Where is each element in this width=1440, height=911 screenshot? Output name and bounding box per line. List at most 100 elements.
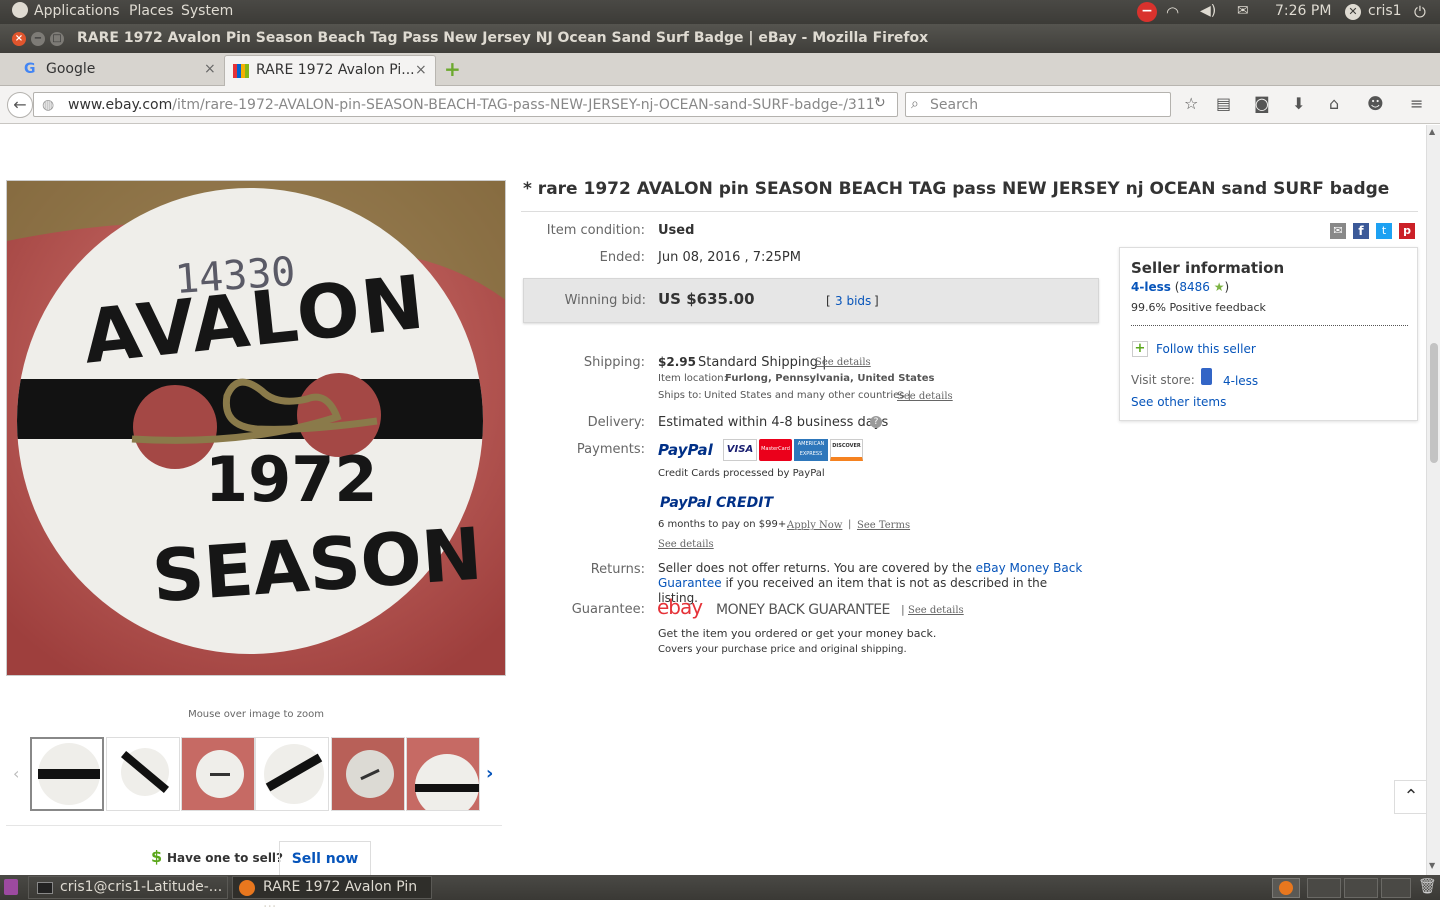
guarantee-see-details-link[interactable]: See details bbox=[908, 605, 964, 616]
listing-title: * rare 1972 AVALON pin SEASON BEACH TAG … bbox=[523, 179, 1390, 199]
ebay-logo: ebay bbox=[657, 595, 703, 619]
item-location-value: Furlong, Pennsylvania, United States bbox=[725, 373, 935, 384]
mail-icon[interactable]: ✉ bbox=[1237, 3, 1249, 19]
follow-seller-link[interactable]: Follow this seller bbox=[1156, 342, 1256, 356]
thumbnail-3[interactable] bbox=[181, 737, 255, 811]
guarantee-line1: Get the item you ordered or get your mon… bbox=[658, 627, 937, 640]
no-entry-icon[interactable]: − bbox=[1137, 2, 1157, 22]
power-icon[interactable]: ⏻ bbox=[1414, 3, 1426, 21]
scroll-down-icon[interactable]: ▼ bbox=[1429, 861, 1435, 870]
scroll-up-icon[interactable]: ▲ bbox=[1429, 127, 1435, 136]
sell-now-button[interactable]: Sell now bbox=[279, 841, 371, 875]
volume-icon[interactable]: ◀) bbox=[1200, 3, 1216, 19]
seller-heading: Seller information bbox=[1131, 259, 1285, 277]
seller-divider bbox=[1131, 325, 1408, 326]
thumbnail-1[interactable] bbox=[30, 737, 104, 811]
ubuntu-logo-icon[interactable] bbox=[12, 2, 28, 18]
tab-google[interactable]: G Google × bbox=[14, 55, 224, 86]
follow-plus-icon[interactable]: + bbox=[1132, 341, 1148, 357]
bids-bracket-close: ] bbox=[874, 294, 879, 308]
window-title-bar: × − □ RARE 1972 Avalon Pin Season Beach … bbox=[0, 24, 1440, 53]
separator: | bbox=[901, 603, 905, 616]
google-favicon-icon: G bbox=[24, 61, 36, 77]
reload-icon[interactable]: ↻ bbox=[874, 95, 886, 111]
thumbnail-2[interactable] bbox=[106, 737, 180, 811]
returns-text: Seller does not offer returns. You are c… bbox=[658, 561, 1088, 606]
terminal-label: cris1@cris1-Latitude-... bbox=[60, 879, 223, 895]
help-icon[interactable]: ? bbox=[870, 416, 882, 428]
trash-icon[interactable]: 🗑 bbox=[1418, 877, 1437, 895]
maximize-window-icon[interactable]: □ bbox=[50, 32, 64, 46]
store-name-link[interactable]: 4-less bbox=[1223, 374, 1258, 388]
taskbar-terminal[interactable]: cris1@cris1-Latitude-... bbox=[28, 876, 228, 899]
tab-close-icon[interactable]: × bbox=[204, 61, 216, 77]
paypal-credit-logo: PayPal CREDIT bbox=[660, 495, 773, 511]
applications-menu[interactable]: Applications bbox=[34, 3, 120, 19]
paypal-see-details-link[interactable]: See details bbox=[658, 539, 714, 550]
back-arrow-icon[interactable]: ← bbox=[7, 92, 33, 118]
returns-label: Returns: bbox=[590, 562, 645, 577]
ended-value: Jun 08, 2016 , 7:25PM bbox=[658, 250, 801, 265]
bids-bracket-open: [ bbox=[826, 294, 831, 308]
taskbar: cris1@cris1-Latitude-... RARE 1972 Avalo… bbox=[0, 875, 1440, 911]
taskbar-firefox[interactable]: RARE 1972 Avalon Pin ... bbox=[232, 876, 432, 911]
thumbnail-5[interactable] bbox=[331, 737, 405, 811]
feedback-count-link[interactable]: 8486 bbox=[1179, 280, 1210, 294]
close-window-icon[interactable]: × bbox=[12, 32, 26, 46]
workspace-2[interactable] bbox=[1307, 878, 1341, 898]
zoom-hint: Mouse over image to zoom bbox=[188, 709, 324, 720]
twitter-share-icon[interactable]: t bbox=[1376, 223, 1392, 239]
winning-bid-label: Winning bid: bbox=[564, 293, 646, 308]
clock[interactable]: 7:26 PM bbox=[1275, 3, 1331, 19]
see-terms-link[interactable]: See Terms bbox=[857, 520, 910, 531]
show-desktop-icon[interactable] bbox=[4, 879, 18, 895]
system-menu[interactable]: System bbox=[181, 3, 233, 19]
ships-to-see-details-link[interactable]: See details bbox=[897, 391, 953, 402]
download-icon[interactable]: ⬇ bbox=[1292, 94, 1305, 113]
workspace-4[interactable] bbox=[1381, 878, 1411, 898]
workspace-1[interactable] bbox=[1272, 878, 1300, 898]
shipping-see-details-link[interactable]: See details bbox=[815, 357, 871, 368]
search-input[interactable]: ⌕ Search bbox=[905, 92, 1171, 117]
guarantee-title: MONEY BACK GUARANTEE bbox=[716, 602, 890, 618]
search-placeholder: Search bbox=[930, 97, 979, 113]
user-name[interactable]: cris1 bbox=[1368, 3, 1402, 19]
seller-name-link[interactable]: 4-less bbox=[1131, 280, 1171, 294]
pocket-icon[interactable]: ◙ bbox=[1254, 94, 1270, 113]
thumbs-next-icon[interactable]: › bbox=[486, 763, 493, 784]
reading-list-icon[interactable]: ▤ bbox=[1216, 94, 1231, 113]
workspace-3[interactable] bbox=[1344, 878, 1378, 898]
places-menu[interactable]: Places bbox=[129, 3, 174, 19]
see-other-items-link[interactable]: See other items bbox=[1131, 395, 1226, 409]
bids-link[interactable]: 3 bids bbox=[835, 294, 871, 308]
thumbnail-4[interactable] bbox=[255, 737, 329, 811]
firefox-icon bbox=[239, 880, 255, 896]
home-icon[interactable]: ⌂ bbox=[1329, 94, 1339, 113]
store-door-icon bbox=[1201, 368, 1212, 385]
minimize-window-icon[interactable]: − bbox=[31, 32, 45, 46]
apply-now-link[interactable]: Apply Now bbox=[787, 520, 842, 531]
wifi-icon[interactable]: ◠ bbox=[1166, 3, 1179, 21]
new-tab-plus-icon[interactable]: + bbox=[444, 57, 461, 81]
seller-info-panel: Seller information 4-less (8486 ★) 99.6%… bbox=[1119, 247, 1418, 421]
hamburger-menu-icon[interactable]: ≡ bbox=[1410, 94, 1423, 113]
tab-close-icon[interactable]: × bbox=[415, 62, 427, 78]
winning-bid-value: US $635.00 bbox=[658, 290, 755, 308]
thumbnail-6[interactable] bbox=[406, 737, 480, 811]
thumbs-prev-icon[interactable]: ‹ bbox=[13, 764, 19, 783]
back-to-top-button[interactable]: ⌃ bbox=[1394, 780, 1426, 814]
chat-icon[interactable]: ☻ bbox=[1367, 94, 1384, 113]
email-share-icon[interactable]: ✉ bbox=[1330, 223, 1346, 239]
visit-store-label: Visit store: bbox=[1131, 373, 1195, 387]
main-product-image[interactable]: 14330 AVALON 1972 SEASON bbox=[6, 180, 506, 676]
page-scrollbar[interactable]: ▲ ▼ bbox=[1426, 125, 1440, 875]
url-bar[interactable]: ◍ www.ebay.com/itm/rare-1972-AVALON-pin-… bbox=[33, 92, 898, 117]
tab-ebay-listing[interactable]: RARE 1972 Avalon Pi... × bbox=[224, 55, 436, 86]
facebook-share-icon[interactable]: f bbox=[1353, 223, 1369, 239]
pinterest-share-icon[interactable]: p bbox=[1399, 223, 1415, 239]
user-status-icon: ✕ bbox=[1345, 4, 1361, 20]
scrollbar-thumb[interactable] bbox=[1430, 343, 1438, 463]
condition-value: Used bbox=[658, 223, 695, 238]
bookmark-star-icon[interactable]: ☆ bbox=[1184, 94, 1198, 113]
positive-feedback: 99.6% Positive feedback bbox=[1131, 301, 1266, 314]
